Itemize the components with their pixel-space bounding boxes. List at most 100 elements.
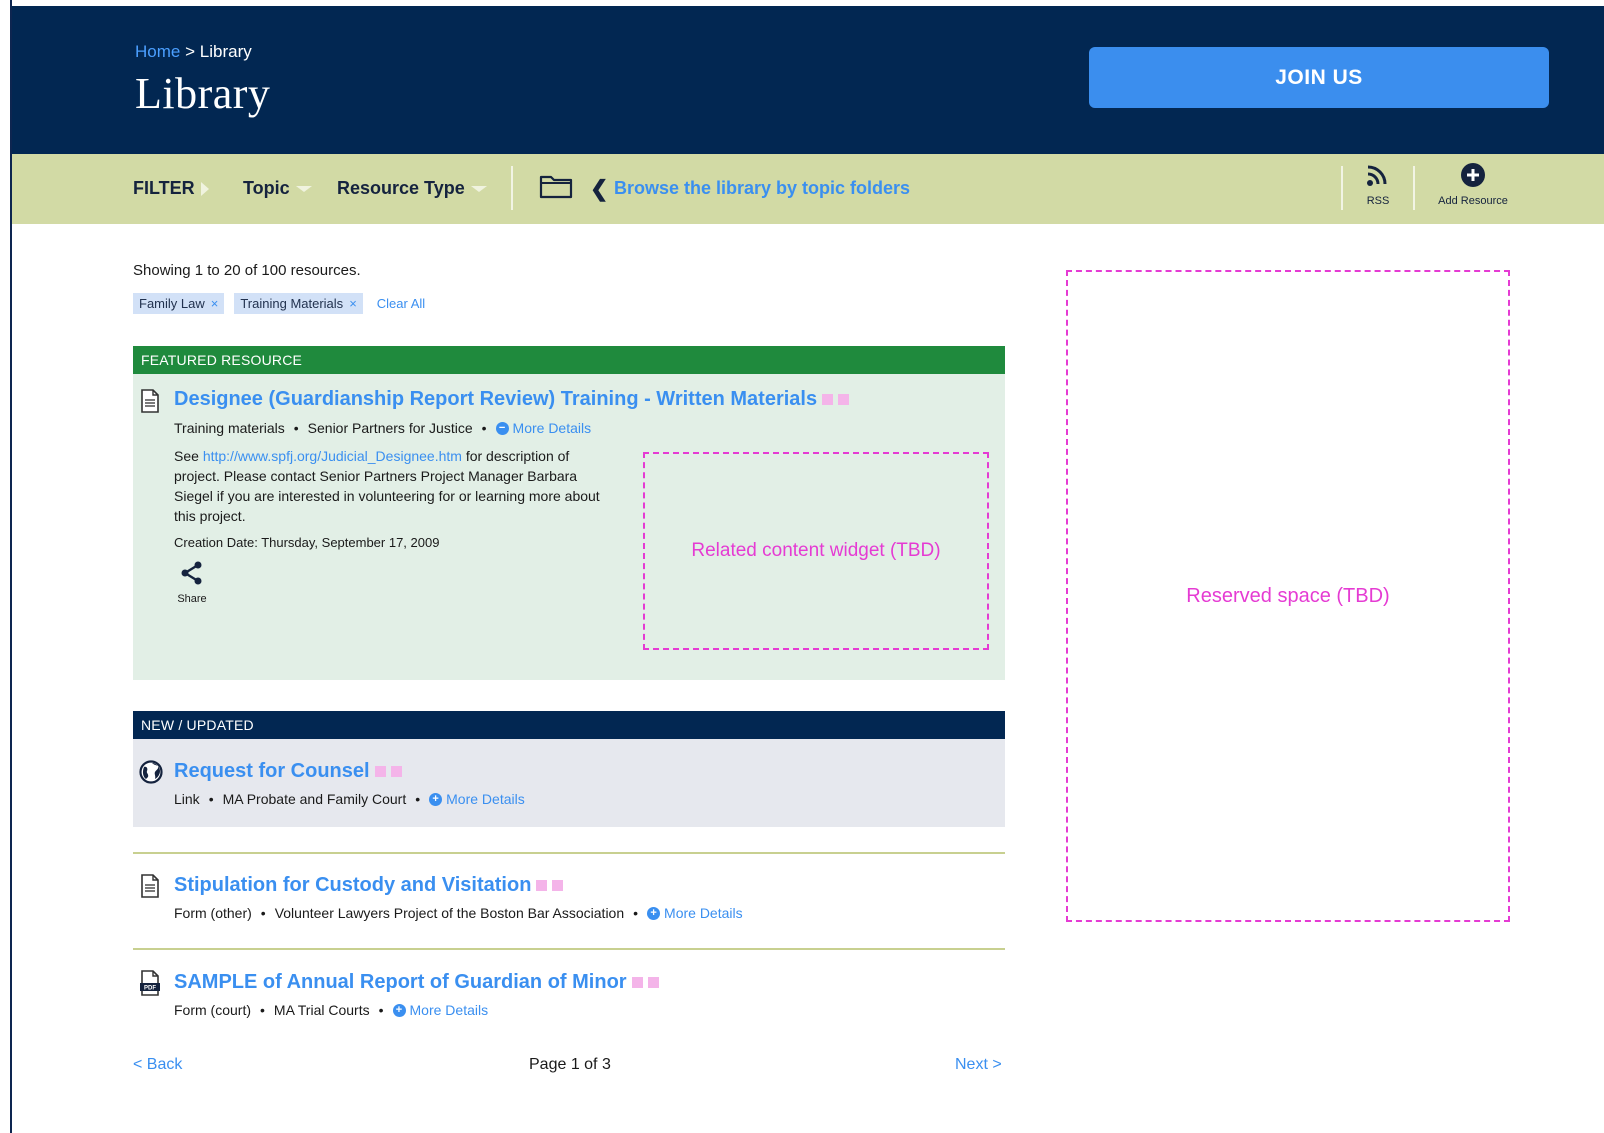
- resource-title-text: SAMPLE of Annual Report of Guardian of M…: [174, 971, 627, 993]
- featured-resource-header: FEATURED RESOURCE: [133, 346, 1005, 374]
- minus-circle-icon: −: [495, 421, 509, 435]
- resource-title[interactable]: Request for Counsel: [174, 760, 402, 783]
- chevron-left-icon: ❮: [590, 176, 609, 201]
- resource-title[interactable]: SAMPLE of Annual Report of Guardian of M…: [174, 971, 659, 994]
- pagination-back-link[interactable]: < Back: [133, 1056, 182, 1074]
- placeholder-square: [374, 766, 386, 777]
- more-details-label: More Details: [446, 791, 525, 807]
- plus-circle-icon: +: [429, 792, 443, 806]
- share-button[interactable]: Share: [175, 560, 209, 605]
- meta-separator: •: [633, 905, 639, 921]
- resource-type: Form (court): [174, 1002, 251, 1018]
- chip-label: Training Materials: [240, 296, 344, 311]
- divider: [133, 852, 1005, 854]
- document-icon: [140, 874, 160, 903]
- rss-button[interactable]: RSS: [1358, 164, 1398, 207]
- meta-separator: •: [208, 791, 214, 807]
- active-filters: Family Law × Training Materials × Clear …: [133, 293, 425, 314]
- resource-title[interactable]: Stipulation for Custody and Visitation: [174, 874, 564, 897]
- breadcrumb-home-link[interactable]: Home: [135, 42, 180, 61]
- resource-source: Volunteer Lawyers Project of the Boston …: [274, 905, 625, 921]
- close-icon[interactable]: ×: [211, 296, 219, 311]
- meta-separator: •: [293, 420, 299, 436]
- more-details-link[interactable]: + More Details: [647, 905, 743, 921]
- site-header: Home > Library Library JOIN US: [12, 6, 1604, 154]
- filter-chip-family-law[interactable]: Family Law ×: [133, 293, 225, 314]
- filter-chip-training-materials[interactable]: Training Materials ×: [234, 293, 363, 314]
- placeholder-square: [838, 394, 850, 405]
- resource-meta: Link • MA Probate and Family Court • + M…: [174, 791, 525, 807]
- browse-topic-folders-link[interactable]: Browse the library by topic folders: [614, 178, 910, 199]
- svg-text:PDF: PDF: [144, 986, 156, 992]
- more-details-label: More Details: [664, 905, 743, 921]
- filter-toggle[interactable]: FILTER: [133, 178, 209, 199]
- featured-resource-description: See http://www.spfj.org/Judicial_Designe…: [174, 446, 614, 526]
- breadcrumb: Home > Library: [135, 42, 252, 62]
- placeholder-square: [631, 977, 643, 988]
- add-resource-label: Add Resource: [1438, 195, 1508, 207]
- divider: [133, 948, 1005, 950]
- divider: [511, 166, 513, 210]
- chevron-right-icon: [200, 182, 209, 197]
- placeholder-square: [552, 880, 564, 891]
- plus-circle-icon: [1461, 163, 1485, 187]
- resource-meta: Form (other) • Volunteer Lawyers Project…: [174, 905, 743, 921]
- document-icon: [140, 389, 160, 418]
- divider: [1341, 166, 1343, 210]
- featured-resource-card: Designee (Guardianship Report Review) Tr…: [133, 374, 1005, 680]
- chevron-down-icon: [295, 186, 312, 193]
- chevron-down-icon: [470, 186, 487, 193]
- more-details-link[interactable]: + More Details: [429, 791, 525, 807]
- placeholder-square: [822, 394, 834, 405]
- more-details-link[interactable]: + More Details: [392, 1002, 489, 1018]
- more-details-link[interactable]: − More Details: [495, 420, 592, 436]
- meta-separator: •: [260, 1002, 265, 1018]
- filter-label: FILTER: [133, 178, 195, 198]
- meta-separator: •: [481, 420, 487, 436]
- resource-type: Form (other): [174, 905, 252, 921]
- placeholder-square: [390, 766, 402, 777]
- resource-type: Training materials: [174, 420, 285, 436]
- new-updated-header: NEW / UPDATED: [133, 711, 1005, 739]
- divider: [1413, 166, 1415, 210]
- page-title: Library: [135, 69, 271, 118]
- resource-title-text: Designee (Guardianship Report Review) Tr…: [174, 388, 818, 410]
- list-item: Stipulation for Custody and Visitation F…: [133, 862, 1005, 952]
- results-count: Showing 1 to 20 of 100 resources.: [133, 262, 361, 279]
- pdf-icon: PDF: [139, 970, 163, 1001]
- placeholder-square: [536, 880, 548, 891]
- share-label: Share: [177, 593, 207, 605]
- resource-source: MA Trial Courts: [273, 1002, 370, 1018]
- filter-bar: FILTER Topic Resource Type ❮ Browse the …: [12, 154, 1604, 224]
- list-item: Request for Counsel Link • MA Probate an…: [133, 739, 1005, 827]
- join-us-button[interactable]: JOIN US: [1089, 47, 1549, 108]
- resource-source: Senior Partners for Justice: [307, 420, 473, 436]
- plus-circle-icon: +: [392, 1003, 406, 1017]
- resource-type-label: Resource Type: [337, 178, 465, 198]
- topic-dropdown[interactable]: Topic: [243, 178, 312, 199]
- resource-type-dropdown[interactable]: Resource Type: [337, 178, 487, 199]
- more-details-label: More Details: [409, 1002, 489, 1018]
- resource-title-text: Stipulation for Custody and Visitation: [174, 874, 532, 896]
- more-details-label: More Details: [512, 420, 592, 436]
- clear-all-link[interactable]: Clear All: [377, 296, 425, 311]
- resource-meta: Form (court) • MA Trial Courts • + More …: [174, 1002, 488, 1018]
- list-item: PDF SAMPLE of Annual Report of Guardian …: [133, 958, 1005, 1048]
- folder-icon[interactable]: [539, 173, 573, 204]
- resource-source: MA Probate and Family Court: [222, 791, 407, 807]
- plus-circle-icon: +: [647, 906, 661, 920]
- description-prefix: See: [174, 448, 199, 464]
- featured-resource-meta: Training materials • Senior Partners for…: [174, 420, 591, 436]
- pagination-next-link[interactable]: Next >: [955, 1056, 1002, 1074]
- topic-label: Topic: [243, 178, 290, 198]
- rss-label: RSS: [1366, 195, 1390, 207]
- creation-date: Creation Date: Thursday, September 17, 2…: [174, 535, 440, 550]
- globe-icon: [139, 760, 163, 789]
- featured-resource-title[interactable]: Designee (Guardianship Report Review) Tr…: [174, 388, 850, 411]
- close-icon[interactable]: ×: [349, 296, 357, 311]
- meta-separator: •: [378, 1002, 384, 1018]
- description-link[interactable]: http://www.spfj.org/Judicial_Designee.ht…: [203, 448, 462, 464]
- share-icon: [181, 561, 202, 585]
- add-resource-button[interactable]: Add Resource: [1425, 162, 1521, 207]
- rss-icon: [1367, 165, 1387, 186]
